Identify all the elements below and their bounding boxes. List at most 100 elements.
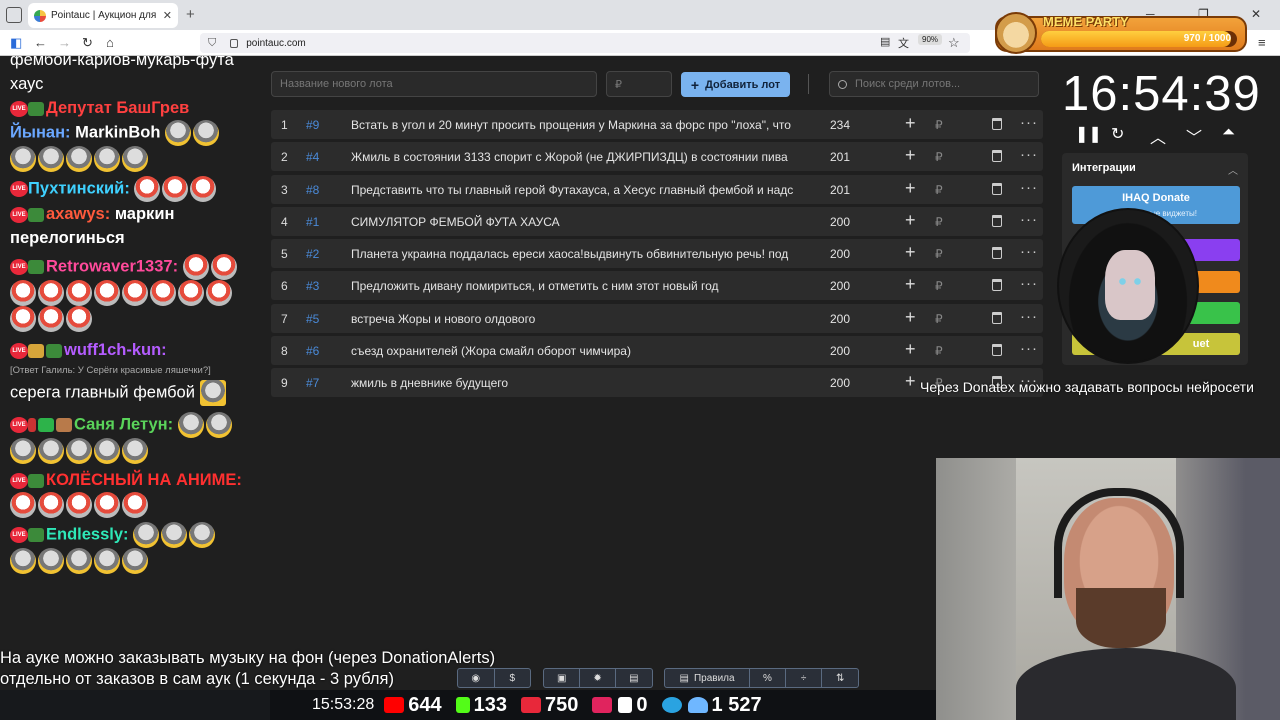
lot-row[interactable]: 2 #4 Жмиль в состоянии 3133 спорит с Жорой…: [271, 142, 1043, 172]
lot-row[interactable]: 1 #9 Встать в угол и 20 минут просить прощ…: [271, 110, 1043, 139]
trash-icon[interactable]: [992, 118, 1002, 130]
lot-name[interactable]: Встать в угол и 20 минут просить прощени…: [351, 118, 801, 132]
home-icon[interactable]: ⌂: [106, 35, 114, 50]
lot-code[interactable]: #6: [306, 344, 319, 358]
double-chevron-up-icon[interactable]: ⏶: [1222, 124, 1235, 142]
reset-timer-icon[interactable]: ↻: [1111, 124, 1124, 144]
add-amount-icon[interactable]: +: [905, 371, 916, 392]
trash-icon[interactable]: [992, 214, 1002, 227]
trash-icon[interactable]: [992, 247, 1002, 259]
lot-row[interactable]: 8 #6 съезд охранителей (Жора смайл оборот …: [271, 335, 1043, 365]
more-options-icon[interactable]: ···: [1020, 340, 1038, 357]
add-amount-icon[interactable]: +: [905, 113, 916, 134]
lot-name[interactable]: Жмиль в состоянии 3133 спорит с Жорой (н…: [351, 150, 801, 164]
trash-icon[interactable]: [992, 182, 1002, 195]
collapse-chevron-icon[interactable]: ︿: [1228, 162, 1238, 177]
lot-row[interactable]: 3 #8 Представить что ты главный герой Фута…: [271, 174, 1043, 204]
more-options-icon[interactable]: ···: [1020, 243, 1038, 260]
bug-icon[interactable]: ✹: [580, 669, 616, 687]
lot-amount[interactable]: 200: [830, 247, 850, 261]
zoom-level[interactable]: 90%: [918, 34, 943, 45]
save-icon[interactable]: ▣: [544, 669, 581, 687]
lot-name[interactable]: СИМУЛЯТОР ФЕМБОЙ ФУТА ХАУСА: [351, 215, 801, 229]
lot-row[interactable]: 5 #2 Планета украина поддалась ереси хаоса…: [271, 239, 1043, 268]
lot-row[interactable]: 4 #1 СИМУЛЯТОР ФЕМБОЙ ФУТА ХАУСА 200 + ₽ ···: [271, 206, 1043, 236]
lot-currency-input[interactable]: ₽: [935, 215, 943, 229]
lot-name[interactable]: Планета украина поддалась ереси хаоса!вы…: [351, 247, 801, 261]
lot-amount[interactable]: 200: [830, 312, 850, 326]
lot-amount[interactable]: 234: [830, 118, 850, 132]
lot-code[interactable]: #9: [306, 118, 319, 132]
lot-amount[interactable]: 201: [830, 183, 850, 197]
lot-currency-input[interactable]: ₽: [935, 344, 943, 358]
more-options-icon[interactable]: ···: [1020, 308, 1038, 325]
lot-code[interactable]: #2: [306, 247, 319, 261]
menu-icon[interactable]: ≡: [1258, 35, 1266, 50]
lot-row[interactable]: 7 #5 встреча Жоры и нового олдового 200 + ₽ ··…: [271, 303, 1043, 333]
back-icon[interactable]: ←: [34, 35, 47, 50]
github-icon[interactable]: ◉: [458, 669, 495, 687]
lot-currency-input[interactable]: ₽: [935, 247, 943, 261]
forward-icon[interactable]: →: [58, 35, 71, 50]
more-options-icon[interactable]: ···: [1020, 114, 1038, 131]
lot-search-input[interactable]: Поиск среди лотов...: [829, 71, 1039, 97]
lot-code[interactable]: #5: [306, 312, 319, 326]
lot-name[interactable]: жмиль в дневнике будущего: [351, 376, 801, 390]
trash-icon[interactable]: [992, 311, 1002, 324]
chevron-up-icon[interactable]: ︿: [1150, 124, 1166, 148]
add-amount-icon[interactable]: +: [905, 178, 916, 199]
sort-icon[interactable]: ⇅: [822, 669, 858, 687]
lot-code[interactable]: #3: [306, 279, 319, 293]
tab-list-icon[interactable]: [6, 7, 22, 23]
add-amount-icon[interactable]: +: [905, 339, 916, 360]
lot-currency-input[interactable]: ₽: [935, 118, 943, 132]
browser-tab[interactable]: Pointauc | Аукцион для стриме ✕: [28, 3, 178, 28]
address-bar[interactable]: ⛉ pointauc.com: [200, 33, 970, 53]
lot-currency-input[interactable]: ₽: [935, 279, 943, 293]
more-options-icon[interactable]: ···: [1020, 275, 1038, 292]
new-lot-amount-input[interactable]: ₽: [606, 71, 672, 97]
lot-amount[interactable]: 201: [830, 150, 850, 164]
add-amount-icon[interactable]: +: [905, 210, 916, 231]
lot-name[interactable]: встреча Жоры и нового олдового: [351, 312, 801, 326]
bookmark-star-icon[interactable]: ☆: [948, 35, 960, 51]
translate-icon[interactable]: 文: [898, 35, 909, 51]
lot-code[interactable]: #1: [306, 215, 319, 229]
add-amount-icon[interactable]: +: [905, 145, 916, 166]
lot-code[interactable]: #8: [306, 183, 319, 197]
trash-icon[interactable]: [992, 279, 1002, 292]
pause-icon[interactable]: ❚❚: [1075, 124, 1102, 144]
lot-amount[interactable]: 200: [830, 376, 850, 390]
lot-currency-input[interactable]: ₽: [935, 183, 943, 197]
more-options-icon[interactable]: ···: [1020, 146, 1038, 163]
add-amount-icon[interactable]: +: [905, 307, 916, 328]
lot-amount[interactable]: 200: [830, 344, 850, 358]
lot-amount[interactable]: 200: [830, 279, 850, 293]
more-options-icon[interactable]: ···: [1020, 179, 1038, 196]
lock-icon[interactable]: [230, 38, 239, 48]
lot-row[interactable]: 6 #3 Предложить дивану помириться, и отмет…: [271, 271, 1043, 301]
dollar-icon[interactable]: $: [495, 669, 531, 687]
new-tab-icon[interactable]: +: [186, 6, 195, 23]
trash-icon[interactable]: [992, 343, 1002, 356]
sidebar-icon[interactable]: ◧: [10, 35, 22, 51]
new-lot-name-input[interactable]: Название нового лота: [271, 71, 597, 97]
chevron-down-icon[interactable]: ﹀: [1186, 124, 1202, 148]
lot-name[interactable]: Представить что ты главный герой Футахау…: [351, 183, 801, 197]
reload-icon[interactable]: ↻: [82, 35, 93, 51]
lot-code[interactable]: #4: [306, 150, 319, 164]
rules-button[interactable]: ▤ Правила: [665, 669, 751, 687]
more-options-icon[interactable]: ···: [1020, 211, 1038, 228]
lot-name[interactable]: Предложить дивану помириться, и отметить…: [351, 279, 801, 293]
shield-icon[interactable]: ⛉: [208, 37, 216, 50]
close-window-icon[interactable]: ✕: [1251, 7, 1261, 21]
reader-mode-icon[interactable]: ▤: [880, 35, 890, 48]
split-icon[interactable]: ÷: [786, 669, 823, 687]
lot-code[interactable]: #7: [306, 376, 319, 390]
lot-name[interactable]: съезд охранителей (Жора смайл оборот чим…: [351, 344, 801, 358]
lot-currency-input[interactable]: ₽: [935, 312, 943, 326]
add-amount-icon[interactable]: +: [905, 274, 916, 295]
add-amount-icon[interactable]: +: [905, 242, 916, 263]
add-lot-button[interactable]: + Добавить лот: [681, 72, 790, 97]
trash-icon[interactable]: [992, 150, 1002, 163]
